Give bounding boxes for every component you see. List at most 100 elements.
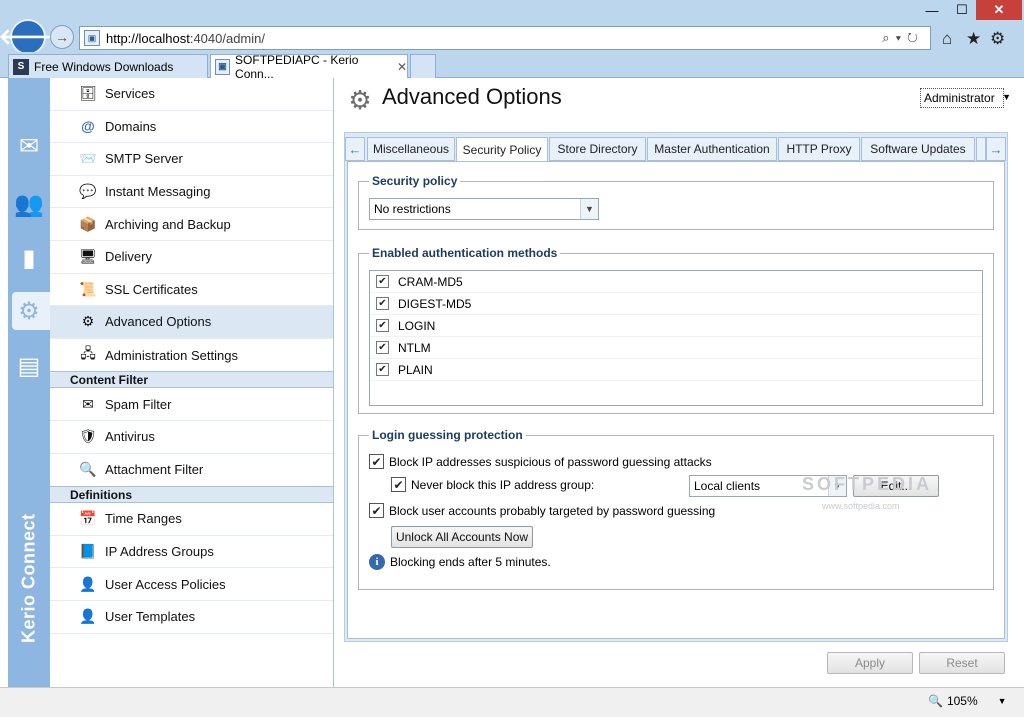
back-button[interactable]: 🡐 [0, 19, 58, 55]
auth-method-row[interactable]: ✔ CRAM-MD5 [370, 271, 982, 293]
softpedia-favicon-icon: S [13, 58, 29, 75]
nav-item-archiving[interactable]: 📦 Archiving and Backup [50, 208, 333, 241]
auth-method-label: LOGIN [398, 318, 436, 333]
main-content: ⚙ Advanced Options Administrator ▼ ← Misc… [334, 78, 1016, 687]
nav-item-attachment-filter[interactable]: 🔍 Attachment Filter [50, 454, 333, 487]
settings-icon[interactable]: ⚙ [13, 295, 45, 327]
maximize-button[interactable]: ☐ [948, 0, 976, 20]
nav-item-spam-filter[interactable]: ✉ Spam Filter [50, 388, 333, 421]
time-icon: 📅 [79, 510, 97, 527]
nav-item-ssl-certificates[interactable]: 📜 SSL Certificates [50, 274, 333, 307]
home-icon[interactable]: ⌂ [942, 29, 952, 49]
nav-label: SSL Certificates [105, 281, 198, 297]
reset-button[interactable]: Reset [919, 652, 1005, 674]
nav-item-antivirus[interactable]: 🛡 Antivirus [50, 421, 333, 454]
url-host: http://localhost [106, 30, 190, 46]
logs-icon[interactable]: ▤ [13, 350, 45, 382]
auth-method-row[interactable]: ✔ PLAIN [370, 359, 982, 381]
unlock-accounts-button[interactable]: Unlock All Accounts Now [391, 526, 533, 548]
nav-label: Archiving and Backup [105, 216, 231, 232]
tab-master-authentication[interactable]: Master Authentication [647, 137, 777, 161]
nav-section-definitions: Definitions [50, 486, 333, 504]
dropdown-icon[interactable]: ▾ [896, 30, 907, 45]
attachment-icon: 🔍 [79, 461, 97, 478]
tab-store-directory[interactable]: Store Directory [549, 137, 646, 161]
never-block-row[interactable]: ✔ Never block this IP address group: [391, 477, 594, 492]
kerio-favicon-icon: ▣ [215, 58, 231, 75]
checkbox-checked-icon[interactable]: ✔ [376, 363, 389, 376]
auth-method-row[interactable]: ✔ LOGIN [370, 315, 982, 337]
security-policy-select[interactable]: No restrictions ▼ [369, 198, 599, 220]
apply-button[interactable]: Apply [827, 652, 913, 674]
minimize-button[interactable]: — [918, 0, 946, 20]
auth-method-row[interactable]: ✔ NTLM [370, 337, 982, 359]
tab-security-policy[interactable]: Security Policy [456, 137, 548, 162]
search-icon[interactable]: ⌕ [882, 30, 895, 45]
mail-icon[interactable]: ✉ [13, 130, 45, 162]
archive-icon: 📦 [79, 215, 97, 232]
forward-button[interactable]: → [50, 25, 74, 49]
address-bar[interactable]: ▣ http://localhost:4040/admin/ ⌕▾↻ [79, 26, 931, 50]
nav-label: Delivery [105, 249, 152, 265]
auth-method-row[interactable]: ✔ DIGEST-MD5 [370, 293, 982, 315]
tab-software-updates[interactable]: Software Updates [861, 137, 975, 161]
advanced-options-gears-icon: ⚙ [348, 84, 372, 115]
never-block-label: Never block this IP address group: [411, 477, 595, 492]
address-url[interactable]: http://localhost:4040/admin/ [106, 31, 265, 46]
nav-item-instant-messaging[interactable]: 💬 Instant Messaging [50, 176, 333, 209]
tab-partial[interactable] [976, 137, 986, 161]
checkbox-checked-icon[interactable]: ✔ [369, 503, 384, 518]
nav-item-services[interactable]: 🗄 Services [50, 78, 333, 111]
nav-item-administration-settings[interactable]: 🖧 Administration Settings [50, 339, 333, 372]
users-icon[interactable]: 👥 [13, 188, 45, 220]
block-ip-label: Block IP addresses suspicious of passwor… [389, 454, 712, 469]
nav-item-user-templates[interactable]: 👤 User Templates [50, 601, 333, 634]
services-icon: 🗄 [79, 85, 97, 102]
browser-tab-kerio[interactable]: ▣ SOFTPEDIAPC - Kerio Conn... ✕ [210, 53, 408, 81]
chevron-down-icon: ▼ [580, 199, 598, 219]
favorites-star-icon[interactable]: ★ [966, 29, 981, 49]
arrow-right-icon: → [55, 29, 69, 45]
checkbox-checked-icon[interactable]: ✔ [376, 319, 389, 332]
nav-item-delivery[interactable]: 🖥 Delivery [50, 241, 333, 274]
tab-http-proxy[interactable]: HTTP Proxy [778, 137, 860, 161]
checkbox-checked-icon[interactable]: ✔ [391, 477, 406, 492]
info-icon: i [369, 554, 385, 570]
nav-label: Spam Filter [105, 396, 172, 412]
ip-group-value: Local clients [694, 479, 761, 493]
block-ip-row[interactable]: ✔ Block IP addresses suspicious of passwo… [369, 454, 712, 469]
login-guessing-legend: Login guessing protection [372, 428, 523, 442]
checkbox-checked-icon[interactable]: ✔ [376, 275, 389, 288]
security-policy-panel: Security policy No restrictions ▼ Enable… [347, 161, 1005, 639]
user-menu-button[interactable]: Administrator ▼ [920, 88, 1011, 108]
nav-item-ip-address-groups[interactable]: 📘 IP Address Groups [50, 536, 333, 569]
tools-gear-icon[interactable]: ⚙ [990, 29, 1005, 49]
block-accounts-row[interactable]: ✔ Block user accounts probably targeted b… [369, 503, 715, 518]
tab-scroll-left-button[interactable]: ← [345, 137, 365, 161]
checkbox-checked-icon[interactable]: ✔ [369, 454, 384, 469]
zoom-control[interactable]: 🔍 105% ▼ [928, 694, 1007, 708]
nav-item-user-access-policies[interactable]: 👤 User Access Policies [50, 568, 333, 601]
nav-item-smtp-server[interactable]: 📨 SMTP Server [50, 143, 333, 176]
nav-item-advanced-options[interactable]: ⚙ Advanced Options [50, 306, 333, 339]
gears-icon: ⚙ [81, 313, 95, 330]
tab-miscellaneous[interactable]: Miscellaneous [367, 137, 455, 161]
browser-tab-softpedia[interactable]: S Free Windows Downloads [8, 54, 208, 78]
close-tab-icon[interactable]: ✕ [397, 60, 407, 74]
tab-strip: ← Miscellaneous Security Policy Store Di… [345, 135, 1007, 162]
security-policy-legend: Security policy [372, 174, 458, 188]
nav-item-time-ranges[interactable]: 📅 Time Ranges [50, 503, 333, 536]
auth-methods-group: Enabled authentication methods ✔ CRAM-MD5… [358, 246, 994, 414]
refresh-icon[interactable]: ↻ [907, 30, 924, 45]
nav-label: User Access Policies [105, 576, 226, 592]
nav-item-domains[interactable]: @ Domains [50, 111, 333, 144]
stats-icon[interactable]: ▮ [13, 242, 45, 274]
arrow-left-icon: 🡐 [0, 24, 58, 49]
checkbox-checked-icon[interactable]: ✔ [376, 341, 389, 354]
browser-status-bar: 🔍 105% ▼ [0, 687, 1024, 717]
new-tab-button[interactable] [410, 54, 436, 78]
tab-scroll-right-button[interactable]: → [986, 137, 1006, 161]
close-button[interactable]: ✕ [976, 0, 1022, 20]
checkbox-checked-icon[interactable]: ✔ [376, 297, 389, 310]
nav-label: Time Ranges [105, 511, 182, 527]
